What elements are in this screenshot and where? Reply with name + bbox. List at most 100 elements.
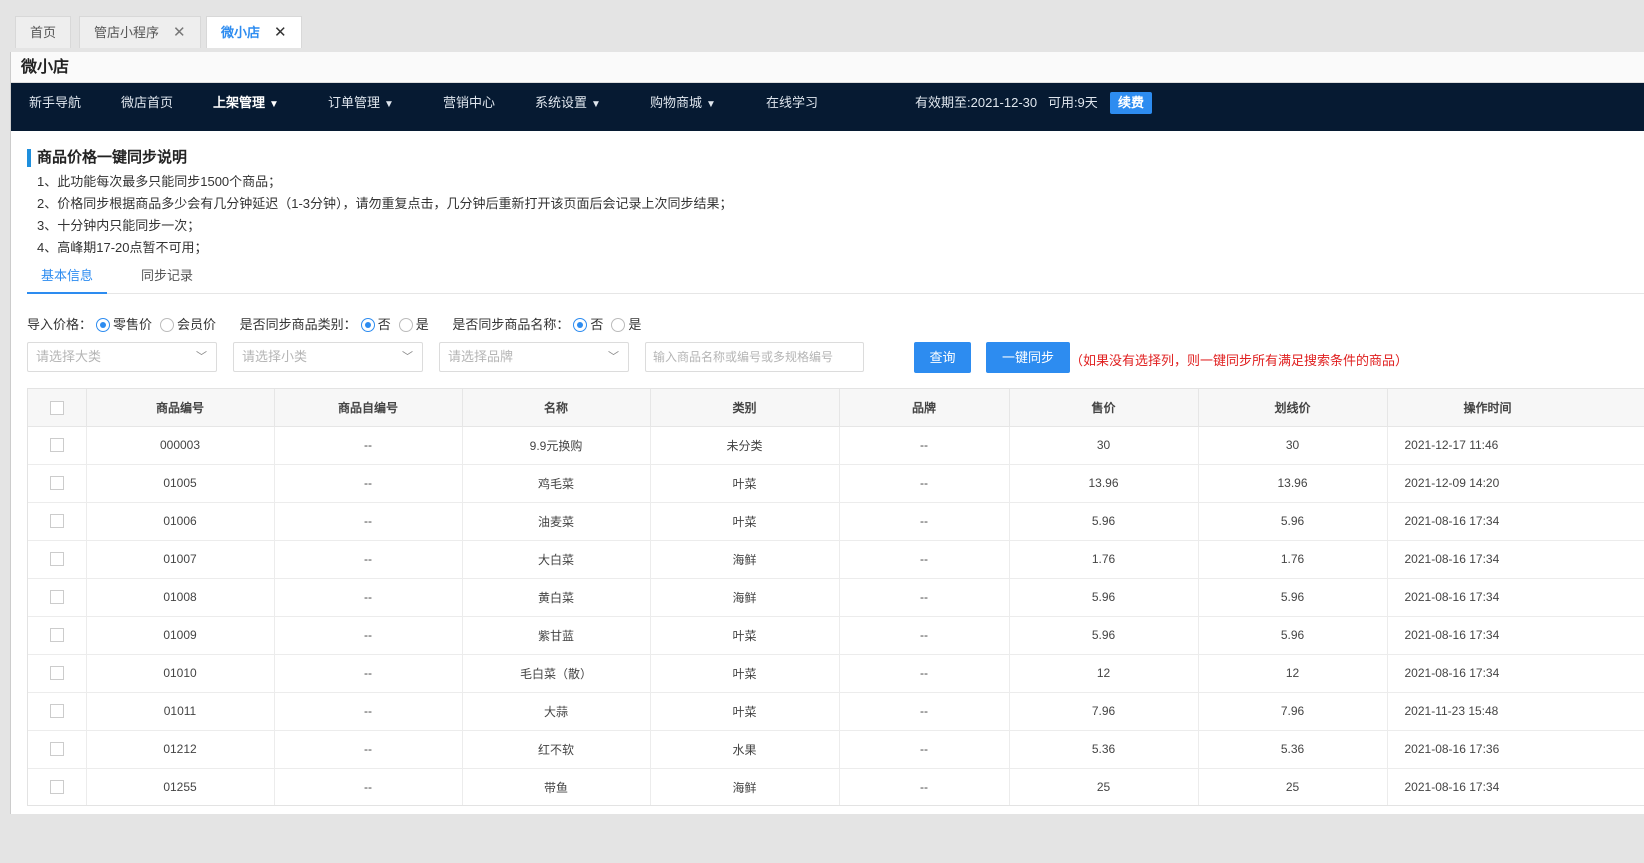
row-select-cell[interactable] <box>28 426 87 465</box>
table-cell: 油麦菜 <box>462 502 651 541</box>
tab-basic-info[interactable]: 基本信息 <box>27 263 108 294</box>
table-cell: 大蒜 <box>462 692 651 731</box>
table-cell: 大白菜 <box>462 540 651 579</box>
table-cell: -- <box>274 654 463 693</box>
table-cell: -- <box>274 768 463 805</box>
category-select[interactable]: 请选择大类 ﹀ <box>27 342 217 372</box>
table-cell: -- <box>839 692 1010 731</box>
nav-item-learning[interactable]: 在线学习 <box>766 83 818 131</box>
table-cell: 5.96 <box>1009 578 1199 617</box>
table-cell: 01008 <box>86 578 275 617</box>
table-cell: -- <box>839 616 1010 655</box>
table-cell: 叶菜 <box>650 654 840 693</box>
table-row[interactable]: 01011 -- 大蒜 叶菜 -- 7.96 7.96 2021-11-23 15:48 <box>28 692 1644 731</box>
radio-retail-price[interactable] <box>96 318 111 332</box>
table-row[interactable]: 01010 -- 毛白菜（散） 叶菜 -- 12 12 2021-08-16 17:34 <box>28 654 1644 693</box>
table-row[interactable]: 01007 -- 大白菜 海鲜 -- 1.76 1.76 2021-08-16 17:34 <box>28 540 1644 579</box>
tab-label: 微小店 <box>221 25 261 40</box>
tab-store-miniprogram[interactable]: 管店小程序 ✕ <box>79 16 201 48</box>
nav-item-marketing[interactable]: 营销中心 <box>443 83 495 131</box>
radio-sync-category-yes[interactable] <box>398 318 413 332</box>
table-row[interactable]: 01009 -- 紫甘蓝 叶菜 -- 5.96 5.96 2021-08-16 17:34 <box>28 616 1644 655</box>
top-nav: 新手导航 微店首页 上架管理 ▼ 订单管理 ▼ 营销中心 系统设置 ▼ 购物商城 ▼ 在… <box>11 83 1644 131</box>
row-select-cell[interactable] <box>28 540 87 579</box>
nav-item-orders[interactable]: 订单管理 ▼ <box>328 83 394 131</box>
row-select-cell[interactable] <box>28 616 87 655</box>
select-all-cell[interactable] <box>28 389 87 427</box>
table-cell: 01007 <box>86 540 275 579</box>
nav-item-store-home[interactable]: 微店首页 <box>121 83 173 131</box>
row-select-cell[interactable] <box>28 578 87 617</box>
table-row[interactable]: 01008 -- 黄白菜 海鲜 -- 5.96 5.96 2021-08-16 17:34 <box>28 578 1644 617</box>
nav-item-mall[interactable]: 购物商城 ▼ <box>650 83 716 131</box>
search-input[interactable] <box>645 342 864 372</box>
close-icon[interactable]: ✕ <box>274 24 287 41</box>
select-all-checkbox[interactable] <box>49 400 64 415</box>
chevron-down-icon: ﹀ <box>608 351 619 363</box>
one-click-sync-button[interactable]: 一键同步 <box>986 342 1070 373</box>
row-checkbox[interactable] <box>49 666 64 681</box>
table-cell: 2021-08-16 17:36 <box>1387 730 1644 769</box>
row-select-cell[interactable] <box>28 654 87 693</box>
row-select-cell[interactable] <box>28 502 87 541</box>
tab-micro-store[interactable]: 微小店 ✕ <box>206 16 302 48</box>
row-checkbox[interactable] <box>49 704 64 719</box>
row-checkbox[interactable] <box>49 476 64 491</box>
renew-button[interactable]: 续费 <box>1110 92 1153 114</box>
table-header-row: 商品编号 商品自编号 名称 类别 品牌 售价 划线价 操作时间 <box>28 389 1644 427</box>
row-checkbox[interactable] <box>49 438 64 453</box>
subcategory-select[interactable]: 请选择小类 ﹀ <box>233 342 423 372</box>
table-cell: -- <box>839 768 1010 805</box>
sub-tabs: 基本信息 同步记录 <box>27 263 1644 294</box>
row-select-cell[interactable] <box>28 730 87 769</box>
product-table: 商品编号 商品自编号 名称 类别 品牌 售价 划线价 操作时间 000003 --… <box>27 388 1644 806</box>
column-header: 名称 <box>462 389 651 427</box>
table-cell: 2021-12-17 11:46 <box>1387 426 1644 465</box>
row-checkbox[interactable] <box>49 590 64 605</box>
tab-home[interactable]: 首页 <box>15 16 72 48</box>
column-header: 划线价 <box>1198 389 1388 427</box>
row-select-cell[interactable] <box>28 692 87 731</box>
row-select-cell[interactable] <box>28 464 87 503</box>
brand-select[interactable]: 请选择品牌 ﹀ <box>439 342 629 372</box>
nav-item-listing[interactable]: 上架管理 ▼ <box>213 83 279 131</box>
row-select-cell[interactable] <box>28 768 87 805</box>
table-row[interactable]: 01255 -- 带鱼 海鲜 -- 25 25 2021-08-16 17:34 <box>28 768 1644 805</box>
table-cell: 叶菜 <box>650 464 840 503</box>
column-header: 品牌 <box>839 389 1010 427</box>
table-cell: 01006 <box>86 502 275 541</box>
table-row[interactable]: 01005 -- 鸡毛菜 叶菜 -- 13.96 13.96 2021-12-09 14:20 <box>28 464 1644 503</box>
query-button[interactable]: 查询 <box>914 342 971 373</box>
close-icon[interactable]: ✕ <box>173 24 186 41</box>
radio-sync-name-yes[interactable] <box>611 318 626 332</box>
column-header: 售价 <box>1009 389 1199 427</box>
table-cell: 13.96 <box>1009 464 1199 503</box>
nav-item-guide[interactable]: 新手导航 <box>29 83 81 131</box>
import-price-label: 导入价格： <box>27 317 93 332</box>
chevron-down-icon: ▼ <box>706 99 716 110</box>
table-cell: -- <box>839 730 1010 769</box>
table-cell: 海鲜 <box>650 768 840 805</box>
row-checkbox[interactable] <box>49 628 64 643</box>
row-checkbox[interactable] <box>49 514 64 529</box>
sync-name-label: 是否同步商品名称： <box>452 317 570 332</box>
tab-sync-records[interactable]: 同步记录 <box>127 263 207 294</box>
radio-sync-category-no[interactable] <box>360 318 375 332</box>
row-checkbox[interactable] <box>49 780 64 795</box>
row-checkbox[interactable] <box>49 742 64 757</box>
table-row[interactable]: 000003 -- 9.9元换购 未分类 -- 30 30 2021-12-17 11:46 <box>28 426 1644 465</box>
radio-member-price[interactable] <box>160 318 175 332</box>
radio-sync-name-no[interactable] <box>573 318 588 332</box>
table-cell: 紫甘蓝 <box>462 616 651 655</box>
row-checkbox[interactable] <box>49 552 64 567</box>
table-row[interactable]: 01006 -- 油麦菜 叶菜 -- 5.96 5.96 2021-08-16 17:34 <box>28 502 1644 541</box>
table-cell: 01010 <box>86 654 275 693</box>
table-row[interactable]: 01212 -- 红不软 水果 -- 5.36 5.36 2021-08-16 17:36 <box>28 730 1644 769</box>
table-cell: 海鲜 <box>650 578 840 617</box>
table-cell: 5.96 <box>1198 616 1388 655</box>
table-cell: 2021-11-23 15:48 <box>1387 692 1644 731</box>
table-cell: 2021-08-16 17:34 <box>1387 616 1644 655</box>
sync-instructions: 商品价格一键同步说明 1、此功能每次最多只能同步1500个商品； 2、价格同步根… <box>27 149 733 259</box>
nav-item-settings[interactable]: 系统设置 ▼ <box>535 83 601 131</box>
instructions-title: 商品价格一键同步说明 <box>27 149 733 167</box>
